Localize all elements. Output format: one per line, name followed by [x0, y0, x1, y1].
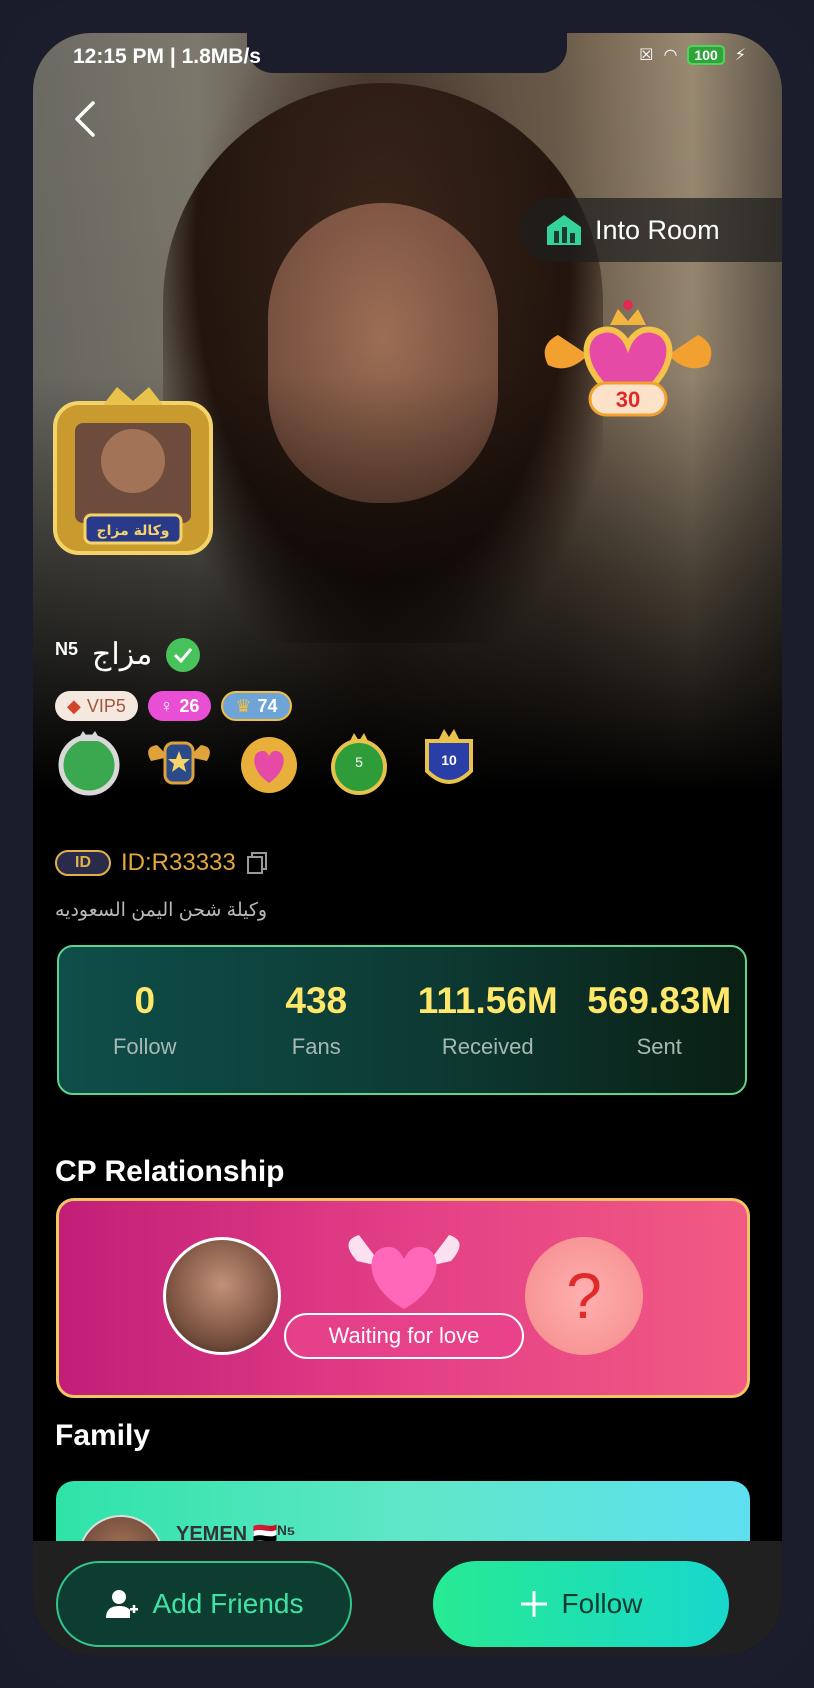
- medals-row: 5 10: [53, 727, 485, 799]
- cp-user-avatar[interactable]: [163, 1237, 281, 1355]
- waiting-for-love-label: Waiting for love: [284, 1313, 524, 1359]
- vip-tag: ◆ VIP5: [55, 691, 138, 721]
- into-room-button[interactable]: Into Room: [521, 198, 782, 262]
- avatar-frame-caption: وكالة مزاج: [97, 523, 170, 539]
- vip-shield-icon: ◆: [67, 695, 81, 716]
- bio-text: وكيلة شحن اليمن السعوديه: [55, 900, 268, 921]
- ten-million-medal-icon[interactable]: 10: [413, 727, 485, 799]
- stats-panel: 0 Follow 438 Fans 111.56M Received 569.8…: [57, 945, 747, 1095]
- winged-heart-icon: [348, 1235, 460, 1309]
- stat-label: Sent: [636, 1034, 682, 1059]
- username-row: N5 مزاج: [55, 637, 201, 672]
- wifi-icon: ◠: [663, 47, 678, 64]
- user-id-row: ID ID:R33333: [55, 849, 268, 877]
- svg-text:10: 10: [441, 752, 457, 768]
- stat-fans[interactable]: 438 Fans: [231, 947, 403, 1093]
- add-friends-label: Add Friends: [152, 1588, 304, 1619]
- name-prefix: N5: [55, 639, 79, 659]
- id-badge: ID: [55, 850, 111, 876]
- verified-icon: [166, 637, 201, 672]
- notch: [247, 33, 567, 73]
- green-crest-medal-icon[interactable]: [53, 727, 125, 799]
- status-icons: ☒ ◠ 100 ⚡: [639, 45, 746, 65]
- user-level-tag: ♛ 74: [221, 691, 292, 721]
- level-badge-value: 30: [616, 387, 640, 412]
- cp-partner-placeholder[interactable]: ?: [525, 1237, 643, 1355]
- follow-button[interactable]: Follow: [433, 1561, 729, 1647]
- bottom-action-bar: Add Friends Follow: [33, 1541, 782, 1655]
- stat-follow[interactable]: 0 Follow: [59, 947, 231, 1093]
- female-icon: ♀: [159, 695, 174, 716]
- cp-section-title: CP Relationship: [55, 1155, 285, 1188]
- stat-sent[interactable]: 569.83M Sent: [574, 947, 746, 1093]
- stat-value: 111.56M: [417, 980, 558, 1021]
- crown-icon: ♛: [235, 695, 252, 716]
- follow-label: Follow: [561, 1588, 643, 1619]
- charging-icon: ⚡: [734, 47, 746, 64]
- stat-value: 569.83M: [587, 980, 732, 1021]
- gender-age-tag: ♀ 26: [147, 691, 212, 721]
- question-mark-icon: ?: [566, 1260, 602, 1332]
- user-id: ID:R33333: [121, 849, 236, 876]
- sim-icon: ☒: [639, 47, 654, 64]
- stat-received[interactable]: 111.56M Received: [402, 947, 574, 1093]
- room-icon: [547, 215, 581, 245]
- pink-heart-medal-icon[interactable]: [233, 727, 305, 799]
- blue-wing-medal-icon[interactable]: [143, 727, 215, 799]
- cp-relationship-card[interactable]: Waiting for love ?: [56, 1198, 750, 1398]
- copy-icon[interactable]: [246, 851, 268, 875]
- plus-icon: [520, 1591, 547, 1617]
- five-million-medal-icon[interactable]: 5: [323, 727, 395, 799]
- device-frame: 12:15 PM | 1.8MB/s ☒ ◠ 100 ⚡ Into Room 3…: [0, 0, 814, 1688]
- into-room-label: Into Room: [595, 214, 720, 245]
- username: مزاج: [92, 637, 153, 672]
- back-chevron-icon[interactable]: [67, 99, 107, 139]
- stat-label: Fans: [291, 1034, 341, 1059]
- stat-value: 438: [285, 980, 348, 1021]
- family-section-title: Family: [55, 1419, 151, 1452]
- stat-value: 0: [134, 980, 156, 1021]
- status-time: 12:15 PM | 1.8MB/s: [73, 45, 261, 68]
- avatar-frame[interactable]: وكالة مزاج: [45, 383, 221, 563]
- stat-label: Received: [441, 1034, 534, 1059]
- stat-label: Follow: [112, 1034, 177, 1059]
- svg-text:5: 5: [355, 754, 363, 770]
- profile-tags: ◆ VIP5 ♀ 26 ♛ 74: [55, 691, 292, 721]
- battery-icon: 100: [687, 45, 725, 65]
- add-friends-button[interactable]: Add Friends: [56, 1561, 352, 1647]
- add-user-icon: [105, 1590, 138, 1618]
- screen: 12:15 PM | 1.8MB/s ☒ ◠ 100 ⚡ Into Room 3…: [33, 33, 782, 1655]
- wealth-level-badge: 30: [544, 300, 712, 417]
